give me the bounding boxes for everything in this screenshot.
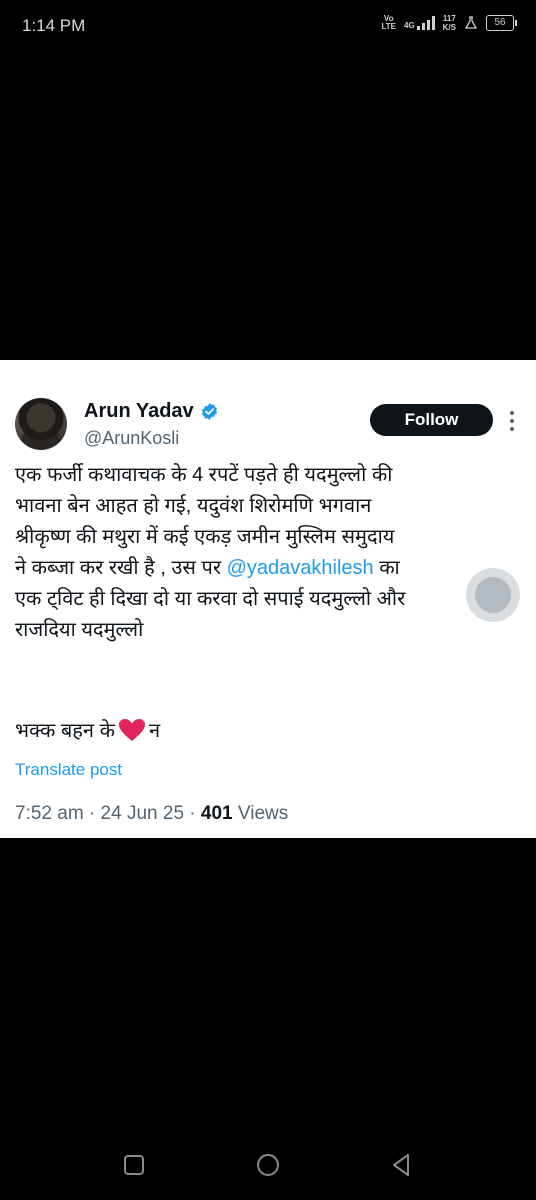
tweet-line: एक फर्जी कथावाचक के 4 रपटें पड़ते ही यदम… bbox=[15, 464, 393, 486]
mention-link[interactable]: @yadavakhilesh bbox=[227, 557, 374, 579]
navigation-bar bbox=[0, 1140, 536, 1188]
network-type: 4G bbox=[403, 21, 415, 30]
tweet-time: 7:52 am bbox=[15, 803, 84, 824]
status-bar: 1:14 PM Vo LTE 4G 117 K/S 56 bbox=[0, 0, 536, 54]
home-icon[interactable] bbox=[253, 1150, 283, 1180]
tweet-meta: 7:52 am · 24 Jun 25 · 401 Views bbox=[15, 803, 289, 824]
battery-icon: 56 bbox=[486, 15, 517, 31]
status-time: 1:14 PM bbox=[22, 16, 86, 35]
tweet-card[interactable]: Arun Yadav @ArunKosli Follow एक फर्जी कथ… bbox=[0, 360, 536, 838]
translate-post-link[interactable]: Translate post bbox=[15, 760, 122, 780]
author-name-row[interactable]: Arun Yadav bbox=[84, 400, 219, 423]
verified-badge-icon bbox=[201, 403, 217, 420]
recents-icon[interactable] bbox=[119, 1150, 149, 1180]
volte-icon: Vo LTE bbox=[381, 14, 396, 31]
heart-emoji-icon bbox=[118, 718, 145, 741]
tweet-line: राजदिया यदमुल्लो bbox=[15, 619, 144, 641]
display-name[interactable]: Arun Yadav bbox=[84, 400, 194, 423]
tweet-date: 24 Jun 25 bbox=[100, 803, 185, 824]
back-icon[interactable] bbox=[386, 1150, 416, 1180]
author-handle[interactable]: @ArunKosli bbox=[84, 428, 179, 449]
avatar[interactable] bbox=[15, 398, 67, 450]
tweet-text-tail: भक्क बहन के न bbox=[15, 716, 160, 743]
tweet-line: श्रीकृष्ण की मथुरा में कई एकड़ जमीन मुस्… bbox=[15, 526, 395, 548]
touch-ripple bbox=[466, 568, 520, 622]
follow-button[interactable]: Follow bbox=[370, 404, 493, 436]
tweet-line: ने कब्जा कर रखी है , उस पर @yadavakhiles… bbox=[15, 557, 400, 579]
signal-icon: 4G bbox=[404, 16, 435, 30]
data-speed-icon: 117 K/S bbox=[442, 14, 456, 32]
views-count[interactable]: 401 bbox=[201, 803, 233, 824]
tweet-line: एक ट्विट ही दिखा दो या करवा दो सपाई यदमु… bbox=[15, 588, 406, 610]
more-options-icon[interactable] bbox=[509, 409, 515, 433]
tweet-text: एक फर्जी कथावाचक के 4 रपटें पड़ते ही यदम… bbox=[15, 460, 520, 646]
tweet-line: भावना बेन आहत हो गई, यदुवंश शिरोमणि भगवा… bbox=[15, 495, 372, 517]
views-label[interactable]: Views bbox=[238, 803, 288, 824]
status-icons: Vo LTE 4G 117 K/S 56 bbox=[381, 14, 517, 32]
flask-icon bbox=[464, 16, 478, 29]
